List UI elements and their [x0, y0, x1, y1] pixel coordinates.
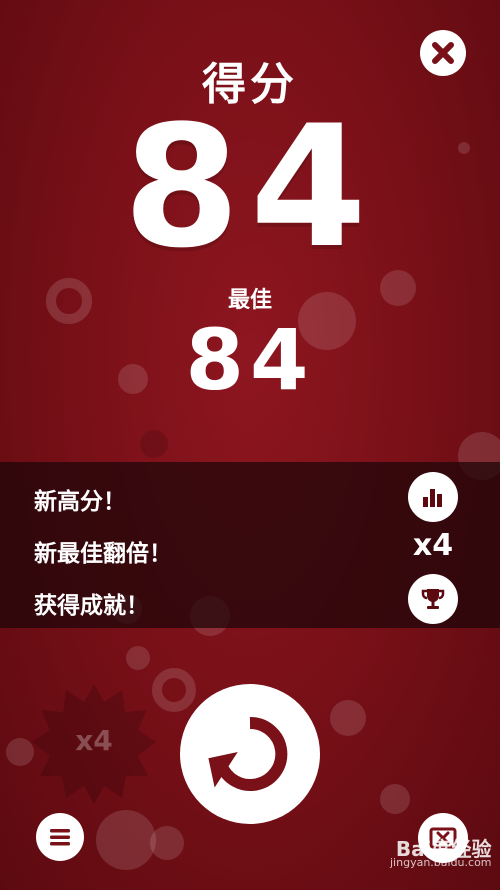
background-bubble — [150, 826, 184, 860]
watermark-url: jingyan.baidu.com — [390, 856, 492, 869]
menu-button[interactable] — [36, 813, 84, 861]
watermark-brand: Bai度经验 — [395, 837, 492, 861]
background-shadow-bubble — [140, 430, 168, 458]
best-score-value: 84 — [185, 311, 315, 409]
leaderboard-icon — [423, 489, 442, 507]
best-score-label: 最佳 — [227, 288, 272, 313]
background-bubble — [330, 700, 366, 736]
powerup-badge-label: x4 — [75, 724, 113, 757]
restart-button[interactable] — [180, 684, 320, 824]
background-bubble — [380, 784, 410, 814]
restart-icon — [208, 716, 288, 791]
trophy-icon — [421, 589, 445, 609]
background-bubble — [96, 810, 156, 870]
achievement-text: 获得成就！ — [34, 593, 149, 619]
new-high-score-text: 新高分！ — [34, 489, 126, 515]
menu-icon — [50, 829, 70, 846]
achievements-button[interactable] — [408, 574, 458, 624]
leaderboard-button[interactable] — [408, 472, 458, 522]
background-ring — [152, 668, 196, 712]
score-value: 84 — [123, 89, 377, 285]
powerup-badge: x4 — [30, 680, 158, 808]
best-multiplier-text: 新最佳翻倍！ — [34, 541, 172, 567]
background-bubble — [126, 646, 150, 670]
watermark: Bai度经验 jingyan.baidu.com — [390, 837, 492, 870]
multiplier-badge: x4 — [412, 528, 454, 563]
